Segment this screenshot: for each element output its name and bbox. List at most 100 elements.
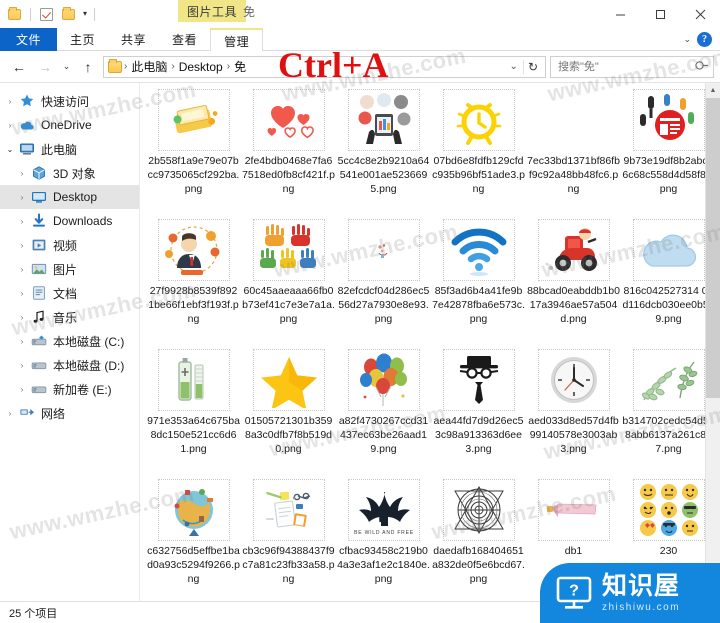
file-name-label: 230 xyxy=(659,545,678,557)
close-button[interactable] xyxy=(680,0,720,28)
chevron-right-icon[interactable]: › xyxy=(14,361,30,370)
tab-home[interactable]: 主页 xyxy=(57,28,108,51)
file-item[interactable]: 971e353a64c675ba8dc150e521cc6d61.png xyxy=(146,347,241,477)
file-item[interactable]: cb3c96f94388437f9c7a81c23fb33a58.png xyxy=(241,477,336,601)
sidebar-item-c[interactable]: › 本地磁盘 (C:) xyxy=(0,329,139,353)
sidebar-item-3d[interactable]: › 3D 对象 xyxy=(0,161,139,185)
file-item[interactable]: daedafb168404651a832de0f5e6bcd67.png xyxy=(431,477,526,601)
sidebar-item-[interactable]: › 图片 xyxy=(0,257,139,281)
sidebar-item-desktop[interactable]: › Desktop xyxy=(0,185,139,209)
file-name-label: 7ec33bd1371bf86fbf9c92a48bb48fc6.png xyxy=(527,155,620,195)
chevron-right-icon[interactable]: › xyxy=(14,337,30,346)
checkbox-icon[interactable] xyxy=(38,6,55,23)
chevron-right-icon[interactable]: › xyxy=(14,169,30,178)
sidebar-item-[interactable]: › 网络 xyxy=(0,401,139,425)
quick-access-toolbar: ▾ xyxy=(6,3,97,25)
breadcrumb-item-current[interactable]: 免 xyxy=(231,58,249,75)
onedrive-icon xyxy=(18,117,36,133)
tab-share[interactable]: 共享 xyxy=(108,28,159,51)
sidebar-item-[interactable]: ⌄ 此电脑 xyxy=(0,137,139,161)
file-item[interactable]: 9b73e19df8b2abc26c68c558d4d58f84.png xyxy=(621,87,716,217)
chevron-down-icon[interactable]: ⌄ xyxy=(505,61,523,72)
file-item[interactable]: aea44fd7d9d26ec53c98a913363d6ee3.png xyxy=(431,347,526,477)
picture-tools-label: 图片工具 xyxy=(178,0,247,22)
breadcrumb[interactable]: › 此电脑 › Desktop › 免 ⌄ ↻ xyxy=(103,55,546,78)
file-item[interactable]: 816c042527314 01d116dcb030ee0b539.png xyxy=(621,217,716,347)
sidebar-item-label: 本地磁盘 (C:) xyxy=(53,334,125,349)
sidebar-item-e[interactable]: › 新加卷 (E:) xyxy=(0,377,139,401)
file-item[interactable]: 2b558f1a9e79e07bcc9735065cf292ba.png xyxy=(146,87,241,217)
this-pc-icon xyxy=(18,141,36,157)
ribbon-tab-bar: 文件 主页 共享 查看 管理 ⌄ ? xyxy=(0,28,720,52)
file-item[interactable]: 85f3ad6b4a41fe9b7e42878fba6e573c.png xyxy=(431,217,526,347)
pink-ribbon-icon xyxy=(537,479,610,541)
chevron-down-icon[interactable]: ⌄ xyxy=(2,145,18,154)
tab-manage[interactable]: 管理 xyxy=(210,28,264,52)
sidebar-item-[interactable]: › 快速访问 xyxy=(0,89,139,113)
search-box[interactable] xyxy=(550,55,714,78)
maximize-button[interactable] xyxy=(640,0,680,28)
sidebar-item-d[interactable]: › 本地磁盘 (D:) xyxy=(0,353,139,377)
item-count-label: 25 个项目 xyxy=(9,607,58,620)
alarm-clock-icon xyxy=(442,89,515,151)
file-item[interactable]: 88bcad0eabddb1b017a3946ae57a504d.png xyxy=(526,217,621,347)
file-item[interactable]: 60c45aaeaaa66fb0b73ef41c7e3e7a1a.png xyxy=(241,217,336,347)
scroll-up-button[interactable]: ▲ xyxy=(706,83,720,98)
help-icon[interactable]: ? xyxy=(697,32,712,47)
new-folder-icon[interactable] xyxy=(60,6,77,23)
breadcrumb-item-this-pc[interactable]: 此电脑 xyxy=(128,58,170,75)
chevron-right-icon[interactable]: › xyxy=(14,289,30,298)
file-item[interactable]: 27f9928b8539f8921be66f1ebf3f193f.png xyxy=(146,217,241,347)
forward-button[interactable]: → xyxy=(32,54,58,80)
chevron-right-icon[interactable]: › xyxy=(14,385,30,394)
3d-objects-icon xyxy=(30,165,48,181)
chevron-right-icon[interactable]: › xyxy=(14,217,30,226)
tab-view[interactable]: 查看 xyxy=(159,28,210,51)
file-item[interactable]: c632756d5effbe1bad0a93c5294f9266.png xyxy=(146,477,241,601)
title-bar: ▾ 图片工具 免 xyxy=(0,0,720,28)
chevron-right-icon[interactable]: › xyxy=(2,409,18,418)
file-item[interactable]: BE WILD AND FREE cfbac93458c219b04a3e3af1… xyxy=(336,477,431,601)
tab-file[interactable]: 文件 xyxy=(0,28,58,51)
chevron-down-icon[interactable]: ▾ xyxy=(83,10,87,18)
chevron-right-icon[interactable]: › xyxy=(14,241,30,250)
file-item[interactable]: 07bd6e8fdfb129cfdc935b96bf51ade3.png xyxy=(431,87,526,217)
vertical-scrollbar[interactable]: ▲ ▼ xyxy=(705,83,720,601)
minimize-button[interactable] xyxy=(600,0,640,28)
wall-clock-icon xyxy=(537,349,610,411)
back-button[interactable]: ← xyxy=(6,54,32,80)
chevron-right-icon[interactable]: › xyxy=(2,121,18,130)
sidebar-item-downloads[interactable]: › Downloads xyxy=(0,209,139,233)
file-item[interactable]: 7ec33bd1371bf86fbf9c92a48bb48fc6.png xyxy=(526,87,621,217)
file-item[interactable]: aed033d8ed57d4fb99140578e3003ab3.png xyxy=(526,347,621,477)
recent-locations-icon[interactable]: ⌄ xyxy=(58,54,75,80)
up-button[interactable]: ↑ xyxy=(75,54,101,80)
pictures-icon xyxy=(30,261,48,277)
sidebar-item-[interactable]: › 文档 xyxy=(0,281,139,305)
file-item[interactable]: 5cc4c8e2b9210a64541e001ae5236695.png xyxy=(336,87,431,217)
scrollbar-thumb[interactable] xyxy=(706,98,720,398)
chevron-right-icon[interactable]: › xyxy=(2,97,18,106)
file-name-label: b314702cedc54d568abb6137a261c8b7.png xyxy=(622,415,715,455)
chevron-down-icon[interactable]: ⌄ xyxy=(683,34,691,45)
breadcrumb-item-desktop[interactable]: Desktop xyxy=(176,60,226,74)
file-name-label: 82efcdcf04d286ec556d27a7930e8e93.png xyxy=(337,285,430,325)
chevron-right-icon[interactable]: › xyxy=(14,313,30,322)
search-input[interactable] xyxy=(556,59,696,74)
chevron-right-icon[interactable]: › xyxy=(14,193,30,202)
file-item[interactable]: 01505721301b3598a3c0dfb7f8b519d0.png xyxy=(241,347,336,477)
file-item[interactable]: 2fe4bdb0468e7fa67518ed0fb8cf421f.png xyxy=(241,87,336,217)
file-item[interactable]: b314702cedc54d568abb6137a261c8b7.png xyxy=(621,347,716,477)
folder-icon[interactable] xyxy=(6,6,23,23)
geometry-mandala-icon xyxy=(442,479,515,541)
sidebar-item-onedrive[interactable]: › OneDrive xyxy=(0,113,139,137)
file-name-label: 971e353a64c675ba8dc150e521cc6d61.png xyxy=(147,415,240,455)
sidebar-item-label: 此电脑 xyxy=(41,142,78,157)
sidebar-item-[interactable]: › 视频 xyxy=(0,233,139,257)
refresh-icon[interactable]: ↻ xyxy=(522,59,543,74)
chevron-right-icon[interactable]: › xyxy=(14,265,30,274)
sidebar-item-[interactable]: › 音乐 xyxy=(0,305,139,329)
file-item[interactable]: 82efcdcf04d286ec556d27a7930e8e93.png xyxy=(336,217,431,347)
file-item[interactable]: a82f4730267ccd31437ec63be26aad19.png xyxy=(336,347,431,477)
file-list-pane[interactable]: 2b558f1a9e79e07bcc9735065cf292ba.png 2fe4… xyxy=(140,83,720,601)
